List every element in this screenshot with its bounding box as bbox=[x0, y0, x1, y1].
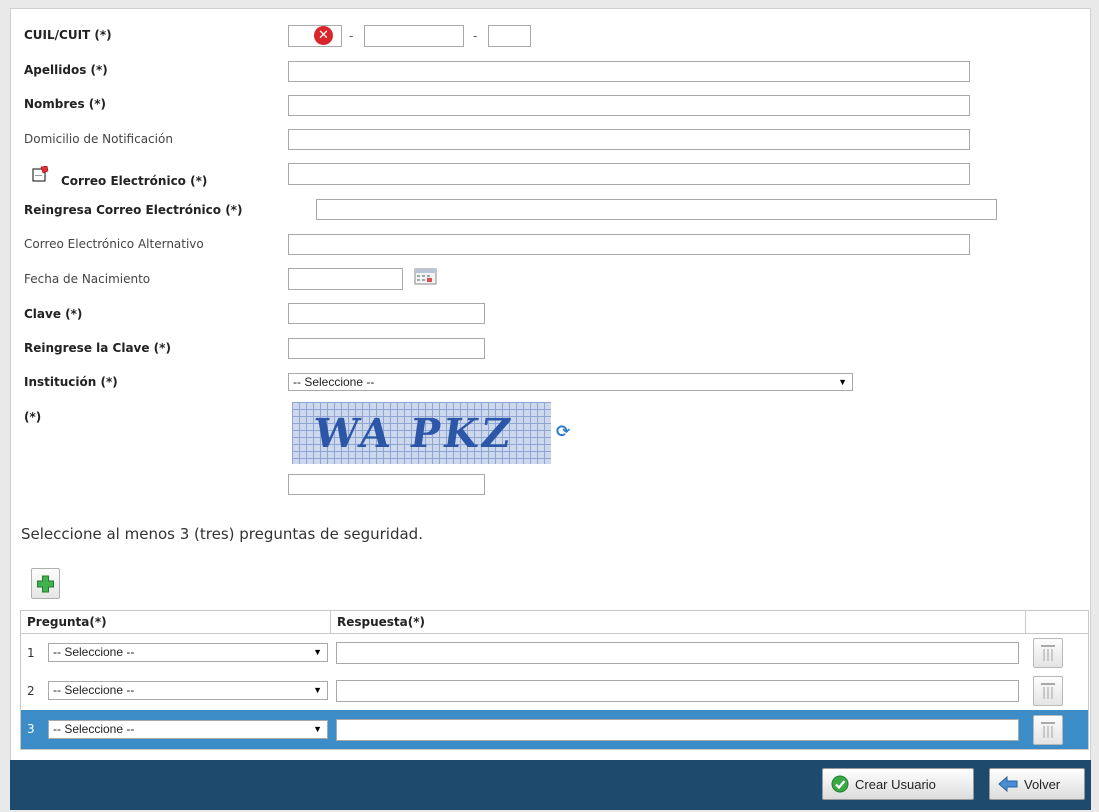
volver-label: Volver bbox=[1024, 776, 1061, 792]
crear-usuario-label: Crear Usuario bbox=[855, 776, 936, 792]
captcha-image: WA PKZ bbox=[292, 402, 551, 464]
nombres-label: Nombres (*) bbox=[24, 97, 107, 111]
delete-row-button[interactable] bbox=[1033, 676, 1063, 706]
apellidos-label: Apellidos (*) bbox=[24, 63, 108, 77]
error-icon: ✕ bbox=[314, 26, 333, 45]
row-number: 3 bbox=[27, 722, 35, 736]
calendar-icon[interactable] bbox=[414, 268, 438, 286]
cuil-separator: - bbox=[349, 29, 354, 43]
dropdown-arrow-icon: ▼ bbox=[313, 685, 322, 695]
domicilio-label: Domicilio de Notificación bbox=[24, 132, 173, 146]
correo-label: Correo Electrónico (*) bbox=[61, 174, 208, 188]
security-questions-grid: Pregunta(*) Respuesta(*) 1 -- Seleccione… bbox=[20, 610, 1089, 750]
clave-label: Clave (*) bbox=[24, 307, 83, 321]
dropdown-arrow-icon: ▼ bbox=[838, 377, 847, 387]
trash-icon bbox=[1041, 645, 1055, 661]
question-select-value: -- Seleccione -- bbox=[53, 645, 135, 659]
delete-row-button[interactable] bbox=[1033, 715, 1063, 745]
question-select[interactable]: -- Seleccione -- ▼ bbox=[48, 643, 328, 662]
question-row: 1 -- Seleccione -- ▼ bbox=[21, 634, 1088, 672]
question-select[interactable]: -- Seleccione -- ▼ bbox=[48, 720, 328, 739]
check-icon bbox=[831, 775, 849, 793]
col-respuesta: Respuesta(*) bbox=[331, 611, 1026, 633]
cuil-number-input[interactable] bbox=[364, 25, 464, 47]
dropdown-arrow-icon: ▼ bbox=[313, 647, 322, 657]
correo-alt-input[interactable] bbox=[288, 234, 970, 255]
edit-note-icon bbox=[32, 165, 49, 182]
captcha-text: WA PKZ bbox=[310, 410, 517, 457]
grid-header: Pregunta(*) Respuesta(*) bbox=[21, 611, 1088, 634]
institucion-value: -- Seleccione -- bbox=[293, 375, 375, 389]
clave-input[interactable] bbox=[288, 303, 485, 324]
dropdown-arrow-icon: ▼ bbox=[313, 724, 322, 734]
fecha-label: Fecha de Nacimiento bbox=[24, 272, 151, 286]
question-select[interactable]: -- Seleccione -- ▼ bbox=[48, 681, 328, 700]
row-number: 2 bbox=[27, 684, 35, 698]
answer-input[interactable] bbox=[336, 642, 1019, 664]
question-row-selected: 3 -- Seleccione -- ▼ bbox=[21, 710, 1088, 749]
fecha-input[interactable] bbox=[288, 268, 403, 290]
cuil-separator: - bbox=[473, 29, 478, 43]
delete-row-button[interactable] bbox=[1033, 638, 1063, 668]
cuil-label: CUIL/CUIT (*) bbox=[24, 28, 112, 42]
reingresa-correo-input[interactable] bbox=[316, 199, 997, 220]
correo-input[interactable] bbox=[288, 163, 970, 185]
question-select-value: -- Seleccione -- bbox=[53, 722, 135, 736]
captcha-label: (*) bbox=[24, 410, 42, 424]
crear-usuario-button[interactable]: Crear Usuario bbox=[822, 768, 974, 800]
domicilio-input[interactable] bbox=[288, 129, 970, 150]
refresh-icon[interactable]: ⟳ bbox=[556, 422, 570, 442]
answer-input[interactable] bbox=[336, 719, 1019, 741]
back-arrow-icon bbox=[998, 776, 1018, 792]
trash-icon bbox=[1041, 722, 1055, 738]
trash-icon bbox=[1041, 683, 1055, 699]
volver-button[interactable]: Volver bbox=[989, 768, 1085, 800]
answer-input[interactable] bbox=[336, 680, 1019, 702]
institucion-select[interactable]: -- Seleccione -- ▼ bbox=[288, 373, 853, 391]
plus-icon bbox=[37, 575, 54, 593]
institucion-label: Institución (*) bbox=[24, 375, 118, 389]
reingresa-correo-label: Reingresa Correo Electrónico (*) bbox=[24, 203, 243, 217]
row-number: 1 bbox=[27, 646, 35, 660]
captcha-input[interactable] bbox=[288, 474, 485, 495]
reingrese-clave-input[interactable] bbox=[288, 338, 485, 359]
security-instruction: Seleccione al menos 3 (tres) preguntas d… bbox=[21, 525, 423, 543]
col-pregunta: Pregunta(*) bbox=[21, 611, 331, 633]
correo-alt-label: Correo Electrónico Alternativo bbox=[24, 237, 204, 251]
reingrese-clave-label: Reingrese la Clave (*) bbox=[24, 341, 171, 355]
cuil-check-input[interactable] bbox=[488, 25, 531, 47]
nombres-input[interactable] bbox=[288, 95, 970, 116]
question-row: 2 -- Seleccione -- ▼ bbox=[21, 672, 1088, 710]
add-question-button[interactable] bbox=[31, 568, 60, 599]
question-select-value: -- Seleccione -- bbox=[53, 683, 135, 697]
apellidos-input[interactable] bbox=[288, 61, 970, 82]
